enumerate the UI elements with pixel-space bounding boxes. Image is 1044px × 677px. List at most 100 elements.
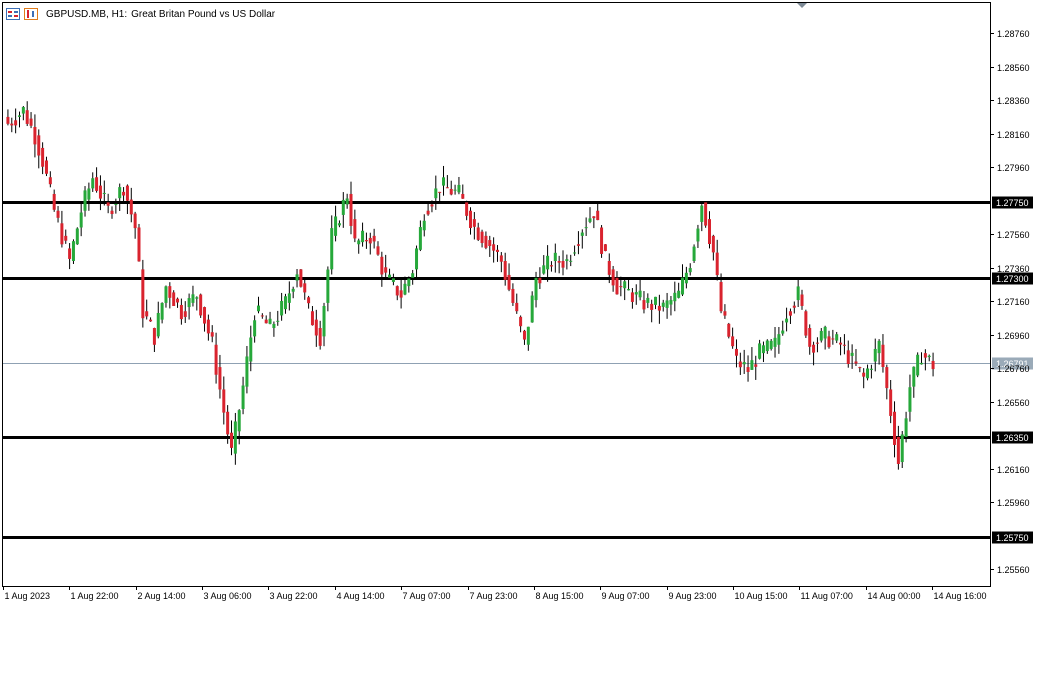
candle-body — [800, 294, 804, 306]
time-tick-label: 9 Aug 07:00 — [602, 591, 650, 601]
time-tick-label: 7 Aug 07:00 — [403, 591, 451, 601]
candle-body — [29, 118, 33, 126]
candle-body — [484, 235, 488, 248]
candle-body — [303, 283, 307, 293]
candle-body — [172, 292, 176, 306]
price-tick-label: 1.27960 — [997, 163, 1030, 173]
candle-body — [588, 218, 592, 222]
candle-body — [260, 315, 264, 317]
chart-window-icon[interactable] — [6, 8, 20, 20]
candle-body — [199, 294, 203, 316]
candle-body — [249, 337, 253, 362]
candle-body — [376, 246, 380, 255]
candle-body — [580, 232, 584, 236]
indicator-window-icon[interactable] — [24, 8, 38, 20]
price-tick-label: 1.28160 — [997, 130, 1030, 140]
chart-canvas[interactable]: 1.277501.273001.263501.257501.267911.287… — [0, 0, 1044, 672]
candle-body — [542, 265, 546, 274]
candle-body — [415, 248, 419, 270]
candle-body — [781, 330, 785, 334]
price-tick-label: 1.26960 — [997, 331, 1030, 341]
candle-body — [52, 193, 56, 210]
candle-body — [75, 228, 79, 245]
candle-body — [233, 421, 237, 454]
price-tick-label: 1.25560 — [997, 565, 1030, 575]
candle-body — [145, 311, 149, 317]
candle-body — [846, 350, 850, 365]
candle-body — [430, 204, 434, 207]
candle-body — [603, 244, 607, 251]
candle-body — [176, 298, 180, 303]
candle-body — [206, 319, 210, 334]
candle-body — [731, 336, 735, 347]
candle-body — [673, 292, 677, 302]
candle-body — [827, 336, 831, 348]
candle-body — [765, 340, 769, 352]
candle-body — [68, 248, 72, 259]
candle-body — [95, 177, 99, 191]
candle-body — [372, 235, 376, 242]
candle-body — [210, 332, 214, 337]
candle-body — [287, 293, 291, 303]
candle-body — [553, 252, 557, 261]
level-price-label: 1.26350 — [996, 433, 1029, 443]
price-chart[interactable]: 1.27750 1.27300 1.26350 1.25750 1.26791 1.287… — [0, 0, 1044, 672]
time-tick-label: 9 Aug 23:00 — [669, 591, 717, 601]
candle-body — [245, 356, 249, 387]
candle-body — [630, 292, 634, 302]
candle-body — [122, 191, 126, 196]
time-tick-label: 3 Aug 06:00 — [204, 591, 252, 601]
candle-body — [268, 318, 272, 324]
candle-body — [669, 299, 673, 305]
time-tick-label: 8 Aug 15:00 — [536, 591, 584, 601]
candle-body — [592, 216, 596, 219]
candle-body — [511, 288, 515, 303]
candle-body — [711, 235, 715, 253]
candle-body — [561, 260, 565, 268]
candle-body — [137, 227, 141, 262]
candle-body — [893, 411, 897, 445]
candle-body — [704, 202, 708, 226]
candle-body — [253, 320, 257, 337]
candle-body — [37, 135, 41, 156]
candle-body — [769, 340, 773, 349]
candle-body — [681, 277, 685, 295]
candle-body — [773, 337, 777, 347]
candle-body — [607, 260, 611, 275]
candle-body — [785, 318, 789, 323]
candle-body — [692, 246, 696, 261]
candle-body — [661, 302, 665, 307]
candle-body — [195, 297, 199, 299]
candle-body — [349, 193, 353, 226]
candle-body — [627, 289, 631, 291]
candle-body — [272, 323, 276, 329]
candle-body — [638, 290, 642, 298]
candle-body — [203, 307, 207, 324]
candle-body — [839, 342, 843, 345]
candle-body — [264, 319, 268, 324]
candle-body — [869, 368, 873, 370]
candle-body — [133, 213, 137, 229]
time-tick-label: 14 Aug 16:00 — [934, 591, 987, 601]
candle-body — [465, 202, 469, 216]
candle-body — [923, 353, 927, 358]
candle-body — [866, 368, 870, 379]
candle-body — [44, 160, 48, 174]
candle-body — [576, 244, 580, 246]
candle-body — [226, 411, 230, 435]
candle-body — [64, 235, 68, 241]
candle-body — [758, 343, 762, 359]
candle-body — [17, 115, 21, 117]
candle-body — [565, 259, 569, 261]
level-price-label: 1.27300 — [996, 274, 1029, 284]
candle-body — [307, 297, 311, 304]
candle-body — [746, 367, 750, 372]
price-tick-label: 1.28360 — [997, 96, 1030, 106]
candle-body — [916, 354, 920, 376]
candle-body — [862, 372, 866, 377]
candle-body — [283, 296, 287, 310]
candle-body — [538, 277, 542, 284]
candle-body — [503, 260, 507, 280]
candle-body — [110, 210, 114, 215]
candle-body — [738, 361, 742, 368]
